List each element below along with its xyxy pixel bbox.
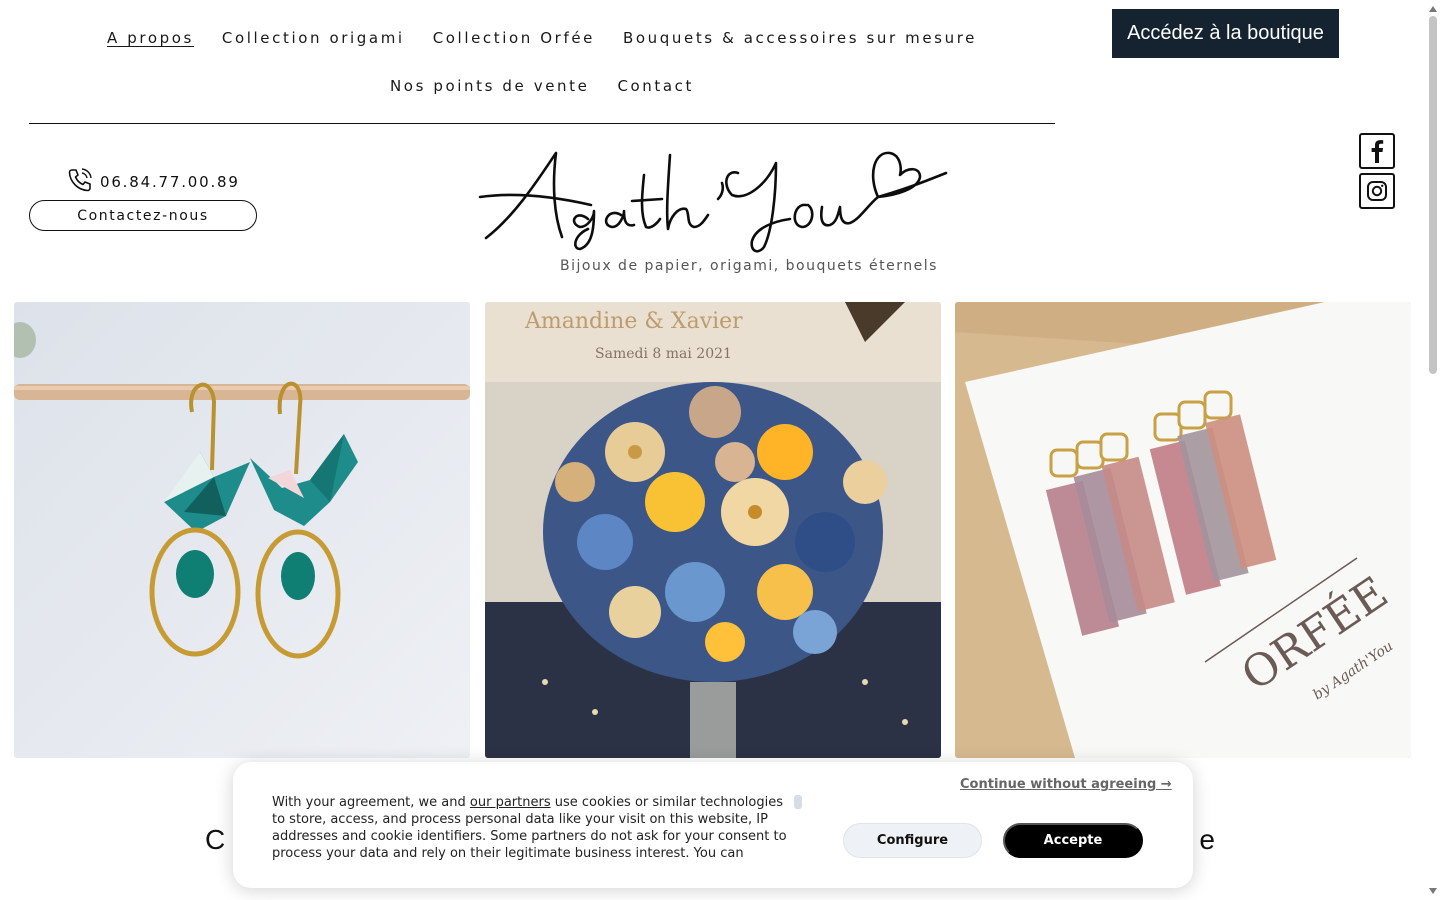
cookie-text-start: With your agreement, we and [272, 795, 470, 810]
svg-text:Amandine & Xavier: Amandine & Xavier [524, 309, 743, 334]
paper-flower-bouquet-photo[interactable]: Amandine & Xavier Samedi 8 mai 2021 [485, 302, 941, 758]
cookie-text-scrollbar[interactable] [794, 795, 802, 809]
contact-us-button[interactable]: Contactez-nous [29, 200, 257, 231]
instagram-icon[interactable] [1359, 173, 1395, 209]
main-nav-row-2: Nos points de vente Contact [0, 77, 1084, 95]
our-partners-link[interactable]: our partners [470, 795, 551, 810]
scroll-thumb[interactable] [1429, 16, 1437, 374]
main-nav-row-1: A propos Collection origami Collection O… [0, 29, 1084, 47]
brand-tagline: Bijoux de papier, origami, bouquets éter… [560, 258, 938, 274]
shop-button[interactable]: Accédez à la boutique [1112, 9, 1339, 58]
scroll-down-arrow-icon[interactable] [1429, 888, 1437, 894]
origami-crane-earrings-photo[interactable] [14, 302, 470, 758]
phone-contact[interactable]: 06.84.77.00.89 [66, 166, 240, 198]
nav-link-a-propos[interactable]: A propos [107, 29, 194, 47]
scroll-up-arrow-icon[interactable] [1429, 6, 1437, 12]
accept-button[interactable]: Accepte [1003, 823, 1143, 858]
brand-logo[interactable] [476, 145, 951, 255]
nav-link-bouquets[interactable]: Bouquets & accessoires sur mesure [623, 29, 977, 47]
nav-link-points-de-vente[interactable]: Nos points de vente [390, 77, 589, 95]
section-heading-end: e [1199, 824, 1215, 855]
page-scrollbar[interactable] [1426, 0, 1440, 900]
phone-number: 06.84.77.00.89 [100, 173, 240, 191]
nav-link-contact[interactable]: Contact [617, 77, 694, 95]
nav-link-collection-origami[interactable]: Collection origami [222, 29, 405, 47]
nav-divider [29, 123, 1055, 124]
cookie-consent-text: With your agreement, we and our partners… [272, 794, 797, 860]
phone-icon [66, 166, 94, 198]
continue-without-agreeing-link[interactable]: Continue without agreeing → [960, 777, 1172, 792]
svg-text:Samedi 8 mai 2021: Samedi 8 mai 2021 [595, 346, 732, 362]
nav-link-collection-orfee[interactable]: Collection Orfée [433, 29, 595, 47]
section-heading-start: C [205, 824, 226, 855]
facebook-icon[interactable] [1359, 133, 1395, 169]
cookie-consent-banner: With your agreement, we and our partners… [233, 762, 1193, 888]
orfee-earrings-photo[interactable]: ORFÉE by Agath'You [955, 302, 1411, 758]
configure-button[interactable]: Configure [843, 823, 982, 858]
